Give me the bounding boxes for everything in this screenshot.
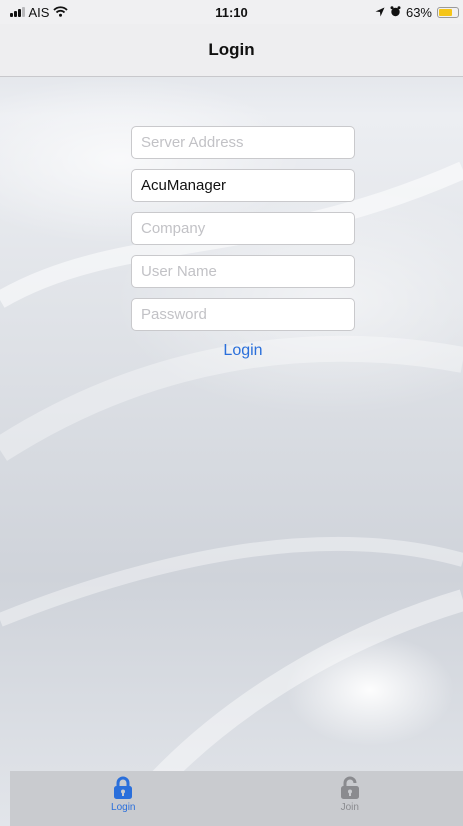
login-screen: AIS 11:10 63% Login Server Address AcuMa… bbox=[0, 0, 463, 826]
server-address-field[interactable] bbox=[131, 126, 355, 159]
tab-join-label: Join bbox=[340, 802, 359, 813]
company-field[interactable] bbox=[131, 212, 355, 245]
battery-fill bbox=[439, 8, 452, 16]
battery-icon bbox=[437, 6, 459, 18]
username-field[interactable] bbox=[131, 255, 355, 288]
navigation-bar: Login bbox=[0, 24, 463, 77]
status-time: 11:10 bbox=[215, 4, 248, 20]
status-bar: AIS 11:10 63% bbox=[0, 0, 463, 24]
tab-login-label: Login bbox=[111, 802, 136, 813]
lock-open-icon bbox=[340, 776, 360, 800]
page-title: Login bbox=[208, 40, 255, 59]
lock-closed-icon bbox=[113, 776, 133, 800]
background-waves bbox=[0, 161, 463, 826]
tab-join[interactable]: Join bbox=[237, 771, 463, 826]
login-form: Login bbox=[131, 126, 355, 361]
password-field[interactable] bbox=[131, 298, 355, 331]
database-field[interactable] bbox=[131, 169, 355, 202]
tab-bar: Login Join bbox=[10, 771, 463, 826]
login-button[interactable]: Login bbox=[217, 341, 268, 361]
tab-login[interactable]: Login bbox=[10, 771, 237, 826]
